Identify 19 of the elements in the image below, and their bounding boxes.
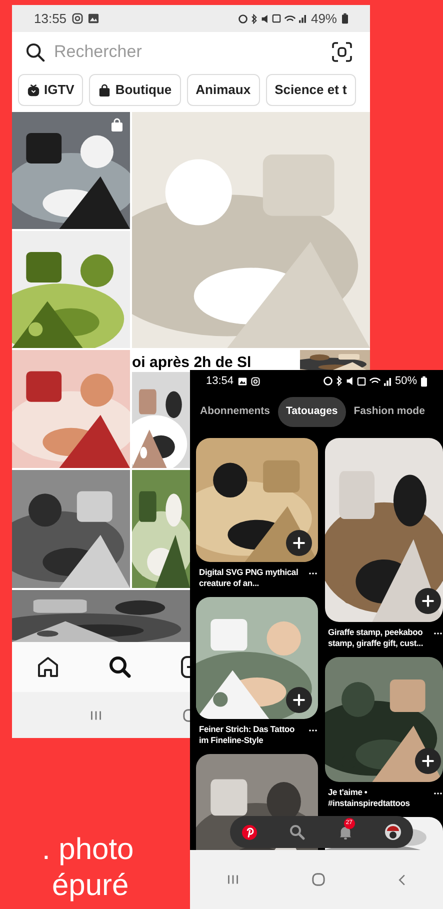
battery-level: 49%: [310, 10, 337, 28]
caption-text: . photo: [42, 832, 134, 868]
category-chip[interactable]: Boutique: [89, 74, 181, 106]
battery-level: 50%: [394, 374, 417, 389]
board-tab[interactable]: Fashion mode: [350, 397, 429, 427]
category-chip[interactable]: Animaux: [186, 74, 260, 106]
category-chip[interactable]: Science et t: [266, 74, 356, 106]
post-caption: oi après 2h de Sl: [132, 355, 252, 372]
board-tab[interactable]: Tatouages: [278, 397, 346, 427]
category-chip[interactable]: IGTV: [18, 74, 84, 106]
caption-text: épuré: [51, 868, 129, 904]
pin-title: Giraffe stamp, peekaboo stamp, giraffe gift, cust...: [328, 627, 424, 649]
pin-title: Je t'aime • #instainspiredtattoos: [328, 787, 411, 809]
board-tab[interactable]: Abonnements: [196, 397, 274, 427]
pin-title: Feiner Strich: Das Tattoo im Fineline-Style: [199, 724, 296, 746]
status-time: 13:55: [34, 10, 67, 28]
search-field[interactable]: Rechercher: [54, 39, 323, 65]
pin-title: Digital SVG PNG mythical creature of an...: [199, 567, 300, 589]
status-time: 13:54: [206, 374, 234, 389]
